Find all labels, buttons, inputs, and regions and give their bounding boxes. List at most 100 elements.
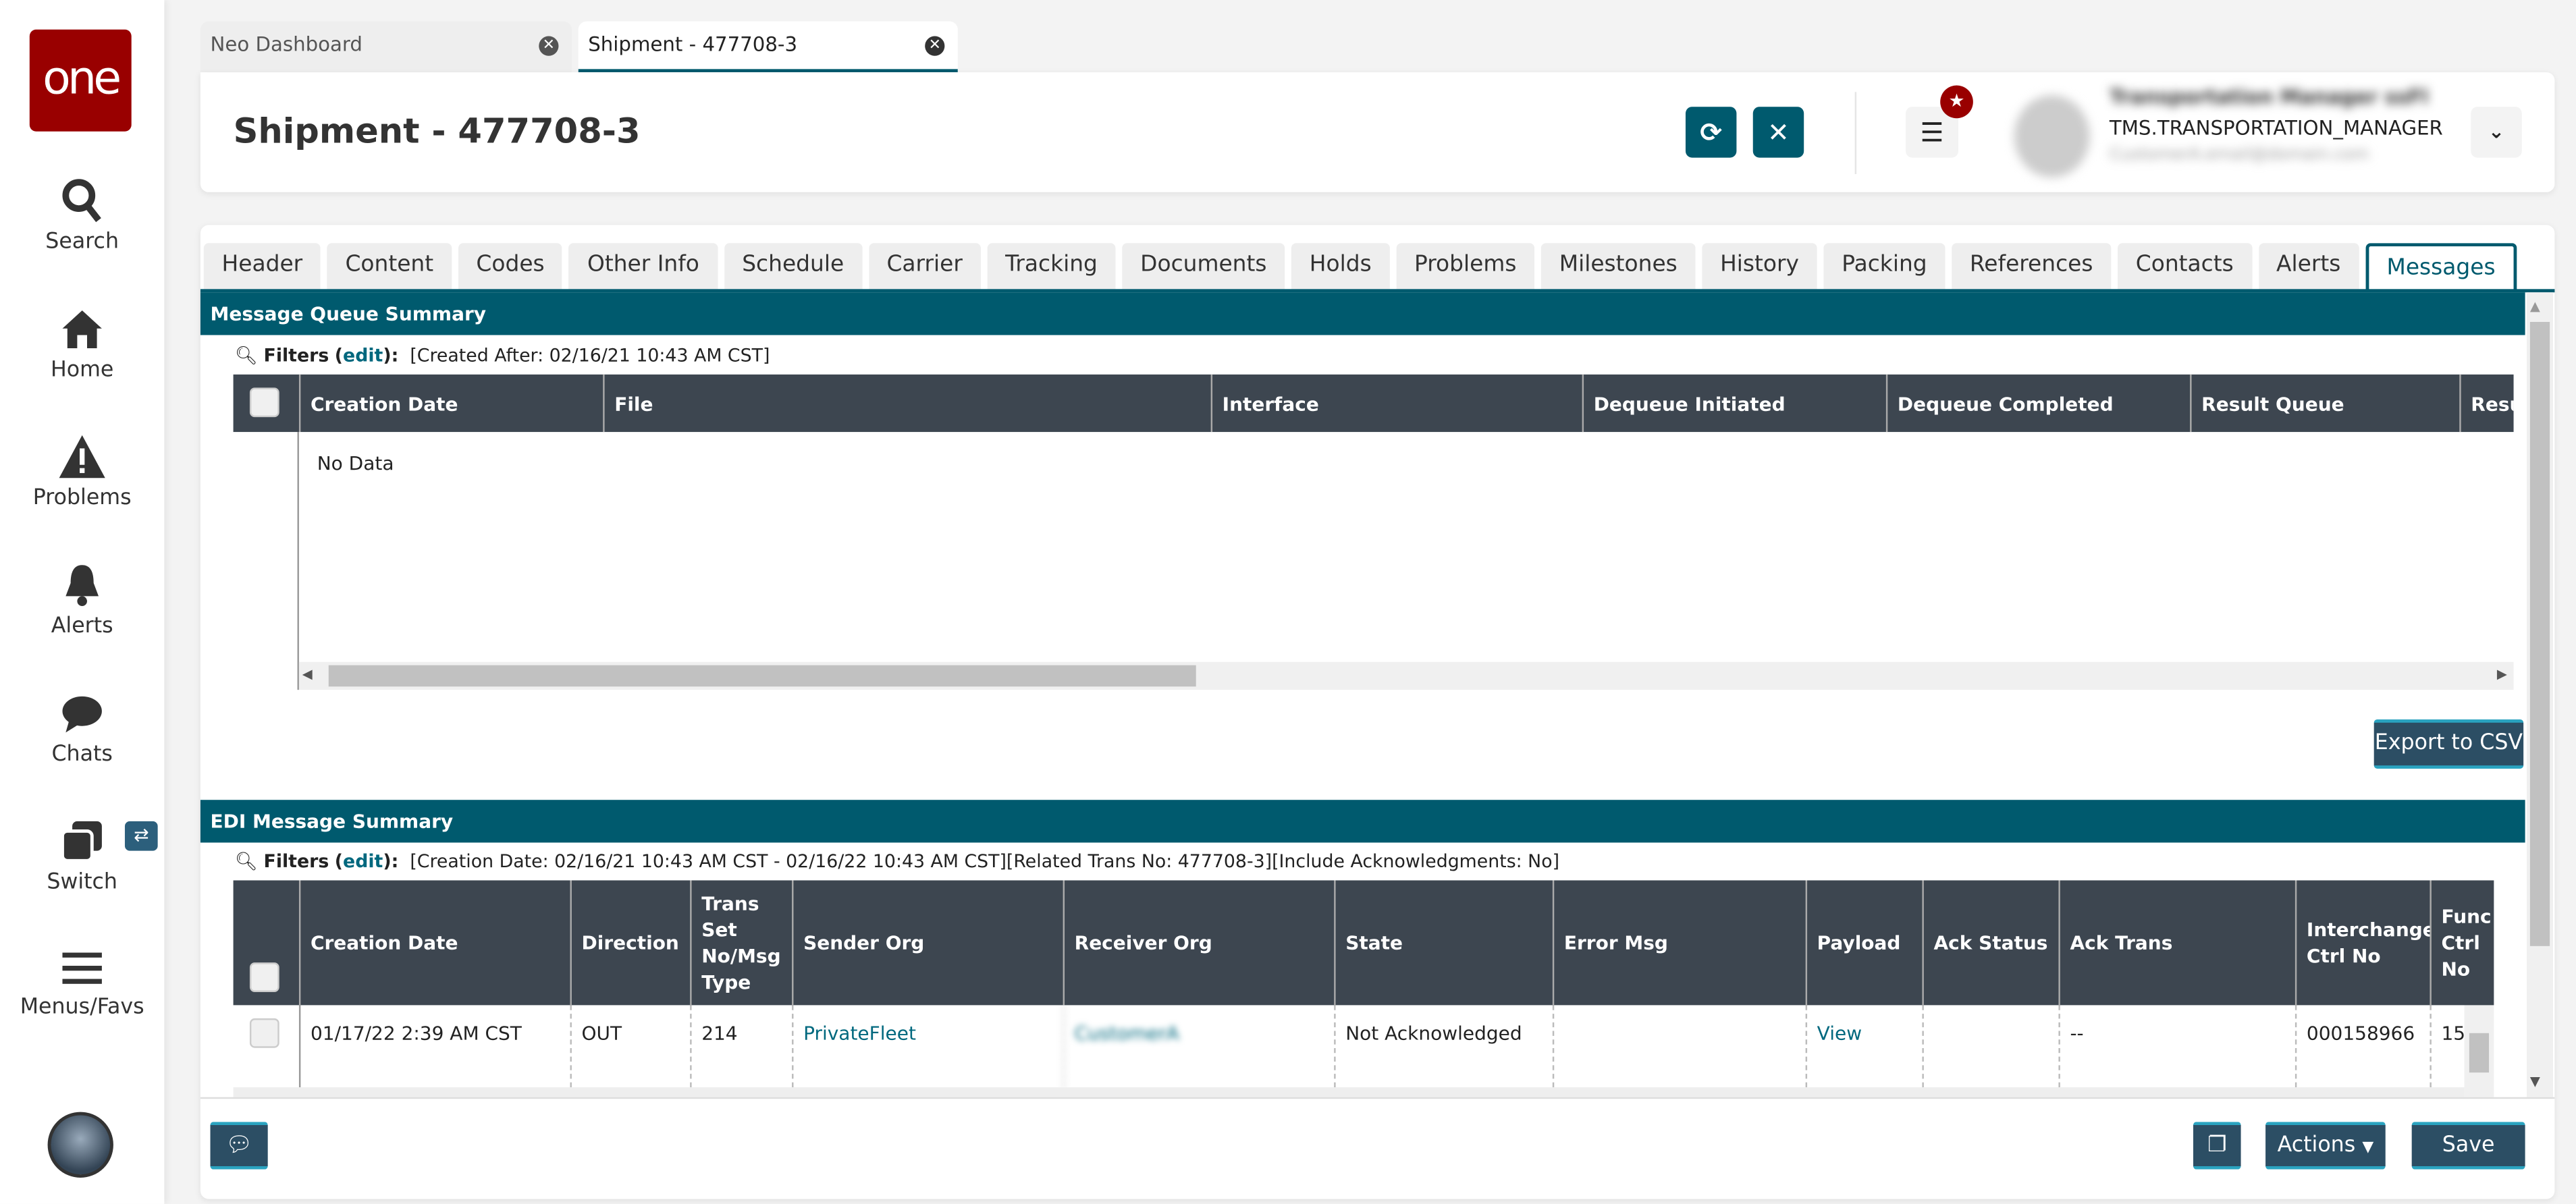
row-checkbox[interactable] (249, 1018, 279, 1048)
sidebar-item-menus-favs[interactable]: Menus/Favs (0, 950, 164, 1020)
export-to-csv-button[interactable]: Export to CSV (2373, 719, 2524, 769)
user-name: Transportation Manager ssFl (2109, 85, 2429, 109)
column-header[interactable]: Result Queue (2190, 374, 2459, 433)
tab-alerts[interactable]: Alerts (2258, 243, 2359, 290)
scroll-down-icon[interactable]: ▼ (2530, 1074, 2540, 1089)
sidebar: one Search Home Problems Alerts Chats Sw… (0, 0, 165, 1204)
edi-filters-edit-link[interactable]: edit (343, 851, 383, 873)
assistant-avatar[interactable] (47, 1112, 113, 1178)
chat-icon (62, 696, 102, 733)
table-cell[interactable]: PrivateFleet (792, 1005, 1063, 1088)
one-logo[interactable]: one (29, 29, 132, 132)
tab-references[interactable]: References (1952, 243, 2112, 290)
filters-label: Filters (263, 850, 329, 873)
column-header[interactable]: Interface (1210, 374, 1582, 433)
sidebar-item-home[interactable]: Home (0, 306, 164, 383)
sidebar-item-problems[interactable]: Problems (0, 433, 164, 511)
actions-button[interactable]: Actions ▼ (2265, 1122, 2386, 1170)
tab-holds[interactable]: Holds (1291, 243, 1390, 290)
refresh-button[interactable]: ⟳ (1685, 107, 1737, 158)
column-header[interactable]: Ack Status (1922, 880, 2058, 1006)
close-tab-icon[interactable]: ✕ (925, 36, 945, 56)
tab-history[interactable]: History (1702, 243, 1817, 290)
tab-schedule[interactable]: Schedule (724, 243, 862, 290)
sidebar-item-chats[interactable]: Chats (0, 693, 164, 767)
table-row (233, 1087, 2465, 1097)
table-row[interactable]: 01/17/22 2:39 AM CST OUT 214 PrivateFleet Cu… (233, 1005, 2465, 1088)
tab-documents[interactable]: Documents (1122, 243, 1285, 290)
mq-horizontal-scrollbar[interactable]: ◀ ▶ (298, 661, 2514, 690)
detail-tabs: Header Content Codes Other Info Schedule Carr… (203, 243, 2517, 293)
mq-table-header: Creation Date File Interface Dequeue Initia… (233, 374, 2514, 433)
window-tab-shipment[interactable]: Shipment - 477708-3 ✕ (578, 21, 958, 73)
column-header[interactable]: Sender Org (792, 880, 1063, 1006)
tab-other-info[interactable]: Other Info (569, 243, 718, 290)
column-header[interactable]: Trans Set No/Msg Type (690, 880, 792, 1006)
save-button[interactable]: Save (2411, 1122, 2525, 1170)
tab-packing[interactable]: Packing (1823, 243, 1946, 290)
bell-icon (65, 565, 99, 607)
table-cell[interactable]: View (1805, 1005, 1923, 1088)
close-icon: ✕ (1767, 116, 1790, 148)
column-header[interactable]: State (1334, 880, 1553, 1006)
user-menu-chevron-icon[interactable]: ⌄ (2471, 107, 2522, 158)
tab-problems[interactable]: Problems (1396, 243, 1535, 290)
mq-filters-edit-link[interactable]: edit (343, 345, 383, 366)
column-header[interactable]: Resu (2459, 374, 2514, 433)
close-tab-icon[interactable]: ✕ (539, 36, 559, 56)
column-header[interactable]: Payload (1805, 880, 1923, 1006)
column-header[interactable]: Func Ctrl No (2430, 880, 2494, 1006)
tab-codes[interactable]: Codes (458, 243, 563, 290)
select-all-checkbox[interactable] (249, 387, 279, 418)
tab-content[interactable]: Content (327, 243, 452, 290)
window-tab-neo-dashboard[interactable]: Neo Dashboard ✕ (200, 21, 572, 73)
mq-filters: 🔍︎ Filters (edit): [Created After: 02/16… (235, 345, 770, 366)
column-header[interactable]: Interchange Ctrl No (2295, 880, 2430, 1006)
scrollbar-thumb[interactable] (2469, 1033, 2490, 1073)
table-cell (1922, 1005, 2058, 1088)
sidebar-item-search[interactable]: Search (0, 177, 164, 254)
main-vertical-scrollbar[interactable]: ▲ ▼ (2527, 292, 2553, 1097)
edi-filter-text: [Creation Date: 02/16/21 10:43 AM CST - … (410, 850, 1560, 873)
sidebar-item-switch[interactable]: Switch ⇄ (0, 818, 164, 895)
column-header[interactable]: Direction (570, 880, 690, 1006)
tab-carrier[interactable]: Carrier (868, 243, 981, 290)
column-header[interactable]: Ack Trans (2058, 880, 2295, 1006)
tab-tracking[interactable]: Tracking (987, 243, 1116, 290)
divider (297, 432, 299, 690)
select-all-checkbox[interactable] (249, 962, 279, 992)
column-header[interactable]: Receiver Org (1063, 880, 1335, 1006)
column-header[interactable]: Creation Date (298, 374, 603, 433)
close-button[interactable]: ✕ (1752, 107, 1804, 158)
tab-header[interactable]: Header (203, 243, 321, 290)
scroll-up-icon[interactable]: ▲ (2530, 299, 2540, 314)
column-header[interactable]: Dequeue Completed (1885, 374, 2190, 433)
tab-messages[interactable]: Messages (2365, 243, 2517, 293)
list-icon: ☰ (1920, 116, 1944, 148)
caret-down-icon: ▼ (2362, 1139, 2374, 1157)
tab-milestones[interactable]: Milestones (1540, 243, 1696, 290)
scroll-right-icon[interactable]: ▶ (2497, 667, 2507, 682)
sidebar-item-alerts[interactable]: Alerts (0, 562, 164, 639)
chat-button[interactable]: 💬︎ (210, 1122, 268, 1170)
table-cell[interactable]: CustomerA (1063, 1005, 1335, 1088)
switch-arrows-icon: ⇄ (124, 821, 158, 851)
column-header[interactable]: File (603, 374, 1210, 433)
search-icon (62, 179, 101, 223)
scrollbar-thumb[interactable] (328, 665, 1196, 687)
home-icon (62, 310, 102, 348)
scroll-left-icon[interactable]: ◀ (302, 667, 313, 682)
table-cell: -- (2058, 1005, 2295, 1088)
table-cell: 000158966 (2295, 1005, 2430, 1088)
tab-label: Shipment - 477708-3 (588, 32, 798, 56)
edi-vertical-scrollbar[interactable] (2464, 1005, 2494, 1097)
column-header[interactable]: Creation Date (298, 880, 570, 1006)
user-avatar[interactable] (2014, 95, 2090, 177)
scrollbar-thumb[interactable] (2529, 322, 2550, 946)
tab-label: Neo Dashboard (210, 32, 363, 56)
tab-contacts[interactable]: Contacts (2118, 243, 2252, 290)
column-header[interactable]: Dequeue Initiated (1582, 374, 1886, 433)
column-header[interactable]: Error Msg (1552, 880, 1806, 1006)
switch-icon (61, 821, 102, 863)
copy-button[interactable]: ❐ (2193, 1122, 2241, 1170)
